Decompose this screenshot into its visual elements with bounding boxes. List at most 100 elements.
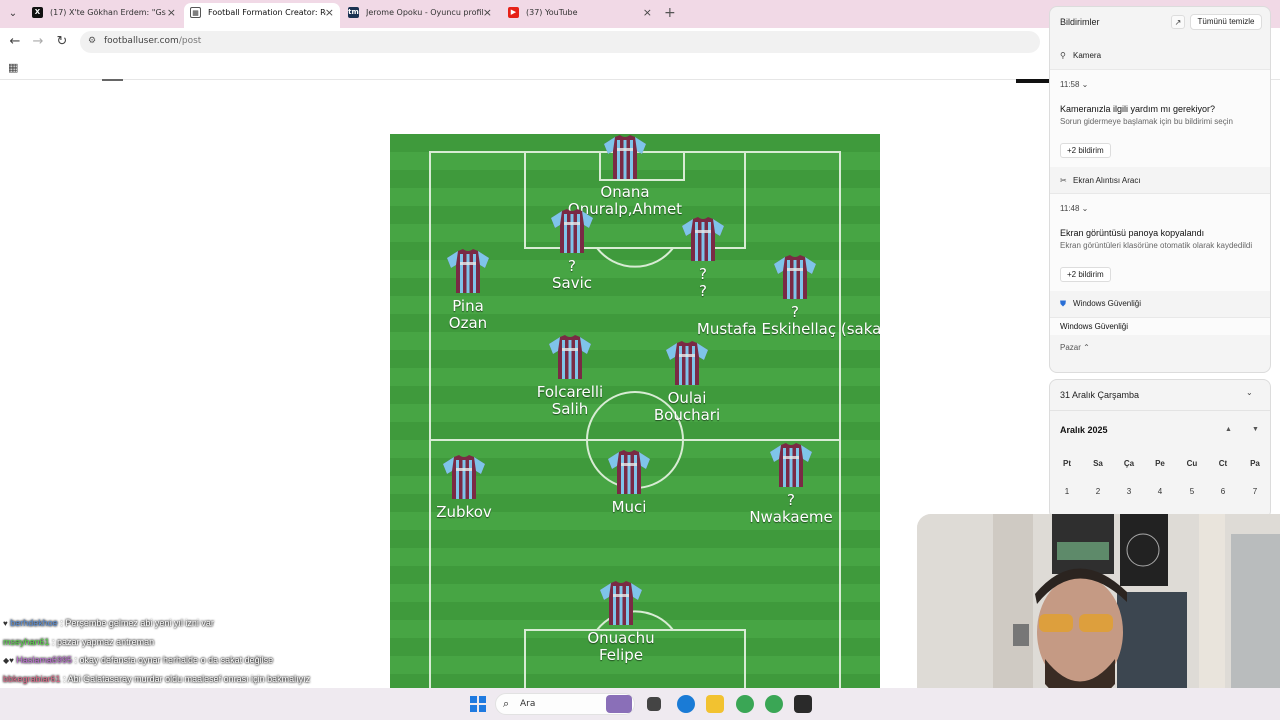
heart-icon: ♥ xyxy=(3,619,8,628)
chevron-up-icon[interactable]: ⌃ xyxy=(1083,343,1090,352)
calendar-date-header: 31 Aralık Çarşamba xyxy=(1060,390,1140,400)
chevron-down-icon[interactable]: ⌄ xyxy=(1082,80,1089,89)
address-bar[interactable]: ⚙ footballuser.com/post xyxy=(80,31,1040,53)
player-name: ? xyxy=(787,491,795,509)
tab-x-post[interactable]: X (17) X'te Gökhan Erdem: "Gs m... × xyxy=(26,3,182,28)
close-tab-icon[interactable]: × xyxy=(483,3,492,23)
notification-title: Bildirimler xyxy=(1060,17,1100,27)
app-icon[interactable] xyxy=(794,695,812,713)
weekday-label: Pt xyxy=(1063,459,1071,468)
shield-icon: ⛊ xyxy=(1060,299,1066,308)
player-marker[interactable]: ? Mustafa Eskihellaç (sakat) xyxy=(695,254,880,338)
player-marker[interactable]: ? Nwakaeme xyxy=(691,442,880,526)
close-tab-icon[interactable]: × xyxy=(325,3,334,23)
player-name: Onuachu xyxy=(587,629,655,647)
chat-message: mseyhan61 : pazar yapmaz antreman xyxy=(3,637,155,647)
formation-icon: ▦ xyxy=(190,7,201,18)
chrome-icon[interactable] xyxy=(736,695,754,713)
player-marker[interactable]: Onana Onuralp,Ahmet xyxy=(525,134,725,218)
next-month-icon[interactable]: ▼ xyxy=(1252,426,1259,433)
badge-icon: ◆♥ xyxy=(3,656,14,665)
file-explorer-icon[interactable] xyxy=(706,695,724,713)
search-highlight-icon xyxy=(606,695,632,713)
weekday-label: Cu xyxy=(1186,459,1198,468)
notification-center: Bildirimler ↗ Tümünü temizle ⚲ Kamera 11:… xyxy=(1049,6,1271,373)
reload-icon[interactable]: ↻ xyxy=(54,34,70,49)
chevron-down-icon[interactable]: ⌄ xyxy=(1246,388,1253,397)
apps-grid-icon[interactable]: ▦ xyxy=(8,61,18,74)
player-name: Ozan xyxy=(448,314,488,332)
transfermarkt-icon: tm xyxy=(348,7,359,18)
jersey-icon xyxy=(774,255,816,299)
new-tab-button[interactable]: + xyxy=(664,5,676,21)
forward-arrow-icon[interactable]: → xyxy=(30,34,46,49)
taskbar-search[interactable]: ⌕ Ara xyxy=(495,693,635,715)
weekday-label: Pe xyxy=(1155,459,1165,468)
tab-football-formation[interactable]: ▦ Football Formation Creator: Re... × xyxy=(184,3,340,28)
jersey-icon xyxy=(447,249,489,293)
calendar-day[interactable]: 6 xyxy=(1213,487,1233,496)
player-marker[interactable]: Pina Ozan xyxy=(390,248,568,332)
chat-message: ♥ berhdekhoe : Perşembe gelmez abi yeni … xyxy=(3,618,214,628)
notification-group-snipping: ✂ Ekran Alıntısı Aracı xyxy=(1060,176,1141,185)
calendar-day[interactable]: 5 xyxy=(1182,487,1202,496)
task-view-icon[interactable] xyxy=(647,697,661,711)
weekday-label: Pa xyxy=(1250,459,1260,468)
jersey-icon xyxy=(443,455,485,499)
more-notifications-button[interactable]: +2 bildirim xyxy=(1060,143,1111,158)
stream-chat: ♥ berhdekhoe : Perşembe gelmez abi yeni … xyxy=(0,614,390,698)
notification-card[interactable]: Windows Güvenliği xyxy=(1050,317,1270,335)
player-name: Pina xyxy=(452,297,484,315)
chat-message: bbkegrabiar61 : Abi Galatasaray murdar o… xyxy=(3,674,311,684)
snipping-tool-icon: ✂ xyxy=(1060,176,1067,185)
previous-month-icon[interactable]: ▲ xyxy=(1225,426,1232,433)
player-name: Oulai xyxy=(667,389,707,407)
calendar-day[interactable]: 7 xyxy=(1245,487,1265,496)
player-name: ? xyxy=(791,303,799,321)
player-name: Onana xyxy=(600,183,650,201)
player-marker[interactable]: Onuachu Felipe xyxy=(521,580,721,664)
youtube-icon: ▶ xyxy=(508,7,519,18)
group-label[interactable]: Pazar ⌃ xyxy=(1060,343,1090,352)
chevron-down-icon[interactable]: ⌄ xyxy=(1082,204,1089,213)
notification-card[interactable]: 11:58 ⌄ Kameranızla ilgili yardım mı ger… xyxy=(1050,69,1270,167)
player-marker[interactable]: Oulai Bouchari xyxy=(587,340,787,424)
jersey-icon xyxy=(666,341,708,385)
calendar-day[interactable]: 2 xyxy=(1088,487,1108,496)
url-text: footballuser.com/post xyxy=(104,36,202,46)
calendar-day[interactable]: 4 xyxy=(1150,487,1170,496)
chat-message: ◆♥ Haslama6995 : okay defansta oynar her… xyxy=(3,655,274,665)
x-logo-icon: X xyxy=(32,7,43,18)
jersey-icon xyxy=(604,135,646,179)
player-name: Mustafa Eskihellaç (sakat) xyxy=(696,320,880,338)
page-divider xyxy=(102,79,123,81)
windows-taskbar: ⌕ Ara xyxy=(0,688,1280,720)
chrome-profile-icon[interactable] xyxy=(765,695,783,713)
back-arrow-icon[interactable]: ← xyxy=(7,34,23,49)
weekday-label: Ça xyxy=(1123,459,1135,468)
notification-group-camera: ⚲ Kamera xyxy=(1060,51,1102,60)
calendar-day[interactable]: 1 xyxy=(1057,487,1077,496)
calendar-day[interactable]: 3 xyxy=(1119,487,1139,496)
player-name: Nwakaeme xyxy=(749,508,833,526)
site-info-icon[interactable]: ⚙ xyxy=(88,36,96,46)
weekday-label: Sa xyxy=(1093,459,1103,468)
search-icon: ⌕ xyxy=(503,697,510,710)
tab-search-dropdown-icon[interactable]: ⌄ xyxy=(4,5,22,23)
more-notifications-button[interactable]: +2 bildirim xyxy=(1060,267,1111,282)
camera-icon: ⚲ xyxy=(1060,51,1066,60)
player-name: Felipe xyxy=(598,646,644,664)
windows-start-icon[interactable] xyxy=(470,696,486,712)
do-not-disturb-icon[interactable]: ↗ xyxy=(1171,15,1185,29)
jersey-icon xyxy=(770,443,812,487)
close-tab-icon[interactable]: × xyxy=(643,3,652,23)
player-name: Bouchari xyxy=(653,406,721,424)
tab-jerome-opoku[interactable]: tm Jerome Opoku - Oyuncu profili × xyxy=(342,3,498,28)
notification-card[interactable]: 11:48 ⌄ Ekran görüntüsü panoya kopyaland… xyxy=(1050,193,1270,291)
clear-all-button[interactable]: Tümünü temizle xyxy=(1190,14,1262,30)
close-tab-icon[interactable]: × xyxy=(167,3,176,23)
weekday-label: Ct xyxy=(1218,459,1228,468)
formation-pitch: Onana Onuralp,Ahmet? Savic?? Pina Ozan? Musta… xyxy=(390,134,880,688)
edge-icon[interactable] xyxy=(677,695,695,713)
tab-youtube[interactable]: ▶ (37) YouTube × xyxy=(502,3,658,28)
